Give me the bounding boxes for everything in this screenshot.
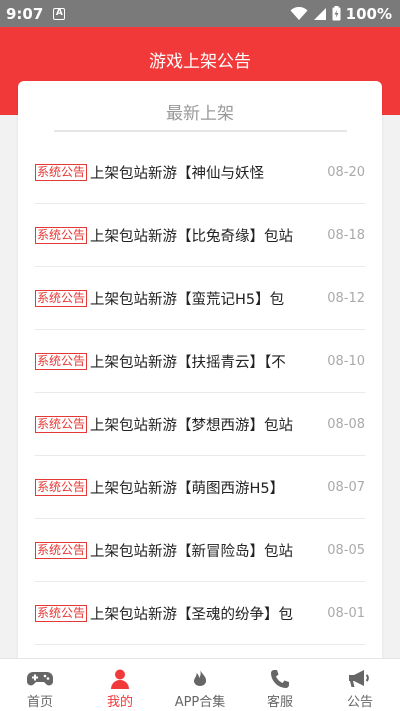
- list-item[interactable]: 系统公告 上架包站新游【蛮荒记H5】包 08-12: [35, 267, 365, 330]
- system-notice-badge: 系统公告: [35, 226, 88, 244]
- list-item[interactable]: 系统公告 上架包站新游【梦想西游】包站 08-08: [35, 393, 365, 456]
- battery-icon: [332, 6, 341, 21]
- gamepad-icon: [27, 668, 53, 690]
- card-title-divider: [54, 130, 347, 132]
- item-title: 上架包站新游【梦想西游】包站: [90, 417, 294, 434]
- item-title: 上架包站新游【神仙与妖怪: [90, 165, 265, 182]
- item-title: 上架包站新游【新冒险岛】包站: [90, 543, 294, 560]
- megaphone-icon: [348, 668, 372, 690]
- item-title: 上架包站新游【蛮荒记H5】包: [90, 291, 285, 308]
- system-notice-badge: 系统公告: [35, 289, 88, 307]
- system-notice-badge: 系统公告: [35, 415, 88, 433]
- item-date: 08-12: [327, 290, 365, 306]
- announcement-list: 系统公告 上架包站新游【神仙与妖怪 08-20 系统公告 上架包站新游【比兔奇缘…: [35, 141, 365, 645]
- list-item[interactable]: 系统公告 上架包站新游【神仙与妖怪 08-20: [35, 141, 365, 204]
- nav-item-app-collection[interactable]: APP合集: [160, 659, 240, 711]
- announcement-card: 最新上架 系统公告 上架包站新游【神仙与妖怪 08-20 系统公告 上架包站新游…: [18, 81, 382, 671]
- list-item[interactable]: 系统公告 上架包站新游【圣魂的纷争】包 08-01: [35, 582, 365, 645]
- list-item[interactable]: 系统公告 上架包站新游【萌图西游H5】 08-07: [35, 456, 365, 519]
- system-notice-badge: 系统公告: [35, 163, 88, 181]
- wifi-icon: [290, 6, 308, 21]
- status-time: 9:07: [6, 4, 44, 23]
- bottom-nav: 首页 我的 APP合集 客服 公告: [0, 658, 400, 711]
- list-item[interactable]: 系统公告 上架包站新游【比兔奇缘】包站 08-18: [35, 204, 365, 267]
- item-title: 上架包站新游【比兔奇缘】包站: [90, 228, 294, 245]
- item-date: 08-01: [327, 605, 365, 621]
- item-date: 08-05: [327, 542, 365, 558]
- card-title: 最新上架: [166, 104, 234, 124]
- system-notice-badge: 系统公告: [35, 478, 88, 496]
- flame-icon: [192, 668, 208, 690]
- item-title: 上架包站新游【扶摇青云】【不: [90, 354, 286, 371]
- phone-icon: [270, 668, 290, 690]
- item-date: 08-08: [327, 416, 365, 432]
- nav-item-home[interactable]: 首页: [0, 659, 80, 711]
- signal-icon: [313, 7, 327, 21]
- system-notice-badge: 系统公告: [35, 352, 88, 370]
- item-date: 08-18: [327, 227, 365, 243]
- item-date: 08-20: [327, 164, 365, 180]
- item-title: 上架包站新游【萌图西游H5】: [90, 480, 285, 497]
- list-item[interactable]: 系统公告 上架包站新游【扶摇青云】【不 08-10: [35, 330, 365, 393]
- notification-icon: A: [53, 7, 66, 20]
- battery-percent: 100%: [345, 4, 392, 23]
- item-title: 上架包站新游【圣魂的纷争】包: [90, 606, 294, 623]
- nav-item-mine[interactable]: 我的: [80, 659, 160, 711]
- list-item[interactable]: 系统公告 上架包站新游【新冒险岛】包站 08-05: [35, 519, 365, 582]
- user-icon: [110, 668, 130, 690]
- nav-item-announcement[interactable]: 公告: [320, 659, 400, 711]
- status-bar: 9:07 A 100%: [0, 0, 400, 27]
- page-title: 游戏上架公告: [149, 52, 251, 72]
- item-date: 08-07: [327, 479, 365, 495]
- nav-label: APP合集: [174, 695, 226, 710]
- nav-label: 客服: [266, 695, 293, 710]
- nav-label: 首页: [26, 695, 53, 710]
- system-notice-badge: 系统公告: [35, 604, 88, 622]
- nav-item-customer-service[interactable]: 客服: [240, 659, 320, 711]
- nav-label: 我的: [106, 695, 133, 710]
- system-notice-badge: 系统公告: [35, 541, 88, 559]
- nav-label: 公告: [346, 695, 373, 710]
- item-date: 08-10: [327, 353, 365, 369]
